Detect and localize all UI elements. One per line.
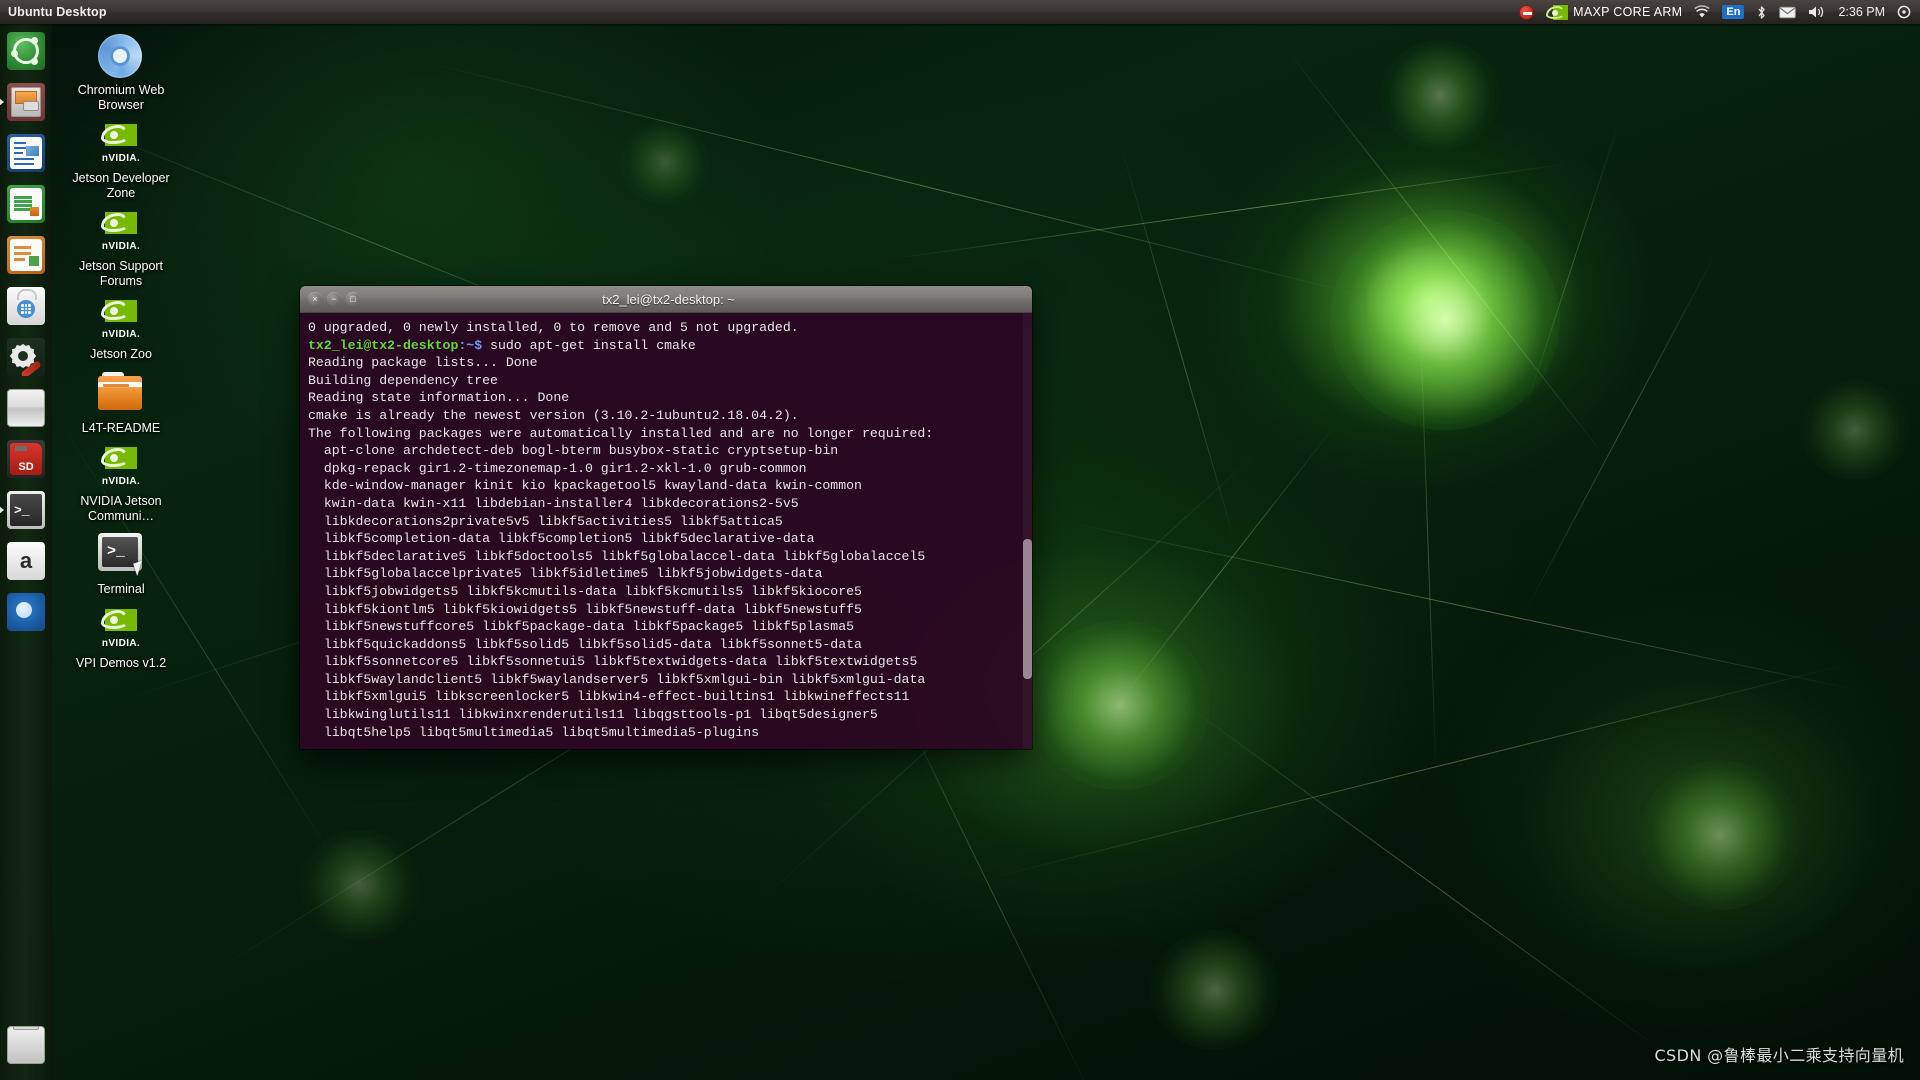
terminal-title: tx2_lei@tx2-desktop: ~ <box>365 292 1032 307</box>
terminal-scrollbar-thumb[interactable] <box>1023 539 1032 679</box>
panel-bluetooth-indicator[interactable] <box>1750 0 1773 24</box>
maximize-button[interactable]: □ <box>346 292 360 306</box>
bluetooth-icon <box>1756 5 1767 20</box>
panel-volume-indicator[interactable] <box>1802 0 1832 24</box>
desktop-icon-label: Jetson Zoo <box>90 347 152 362</box>
desktop-icon-label: L4T-README <box>82 421 161 436</box>
desktop-icon-label: VPI Demos v1.2 <box>76 656 166 671</box>
close-button[interactable]: × <box>308 292 322 306</box>
power-mode-label: MAXP CORE ARM <box>1573 5 1682 19</box>
nvidia-icon: nVIDIA. <box>98 607 144 653</box>
panel-keyboard-indicator[interactable]: En <box>1716 0 1750 24</box>
keyboard-layout-label: En <box>1722 5 1744 19</box>
desktop-icon-jetson-support-forums[interactable]: nVIDIA. Jetson Support Forums <box>62 206 180 288</box>
firefox-icon <box>7 593 45 631</box>
desktop-icon-label: NVIDIA Jetson Communi… <box>63 494 179 523</box>
desktop-icon-label: Chromium Web Browser <box>63 83 179 112</box>
terminal-window[interactable]: × − □ tx2_lei@tx2-desktop: ~ 0 upgraded,… <box>300 286 1032 749</box>
sd-card-icon: SD <box>7 440 45 478</box>
panel-app-title[interactable]: Ubuntu Desktop <box>0 5 107 19</box>
launcher-item-terminal[interactable]: >_ <box>5 489 47 531</box>
no-entry-icon <box>1519 5 1534 20</box>
top-panel: Ubuntu Desktop MAXP CORE ARM En <box>0 0 1920 24</box>
wifi-icon <box>1694 5 1710 19</box>
nvidia-eye-icon <box>1546 5 1568 20</box>
desktop-icon-label: Jetson Developer Zone <box>63 171 179 200</box>
launcher-item-firefox[interactable] <box>5 591 47 633</box>
launcher-item-files[interactable] <box>5 81 47 123</box>
terminal-output-lines: Reading package lists... Done Building d… <box>308 355 933 739</box>
panel-nvidia-power-indicator[interactable]: MAXP CORE ARM <box>1540 0 1688 24</box>
terminal-line: 0 upgraded, 0 newly installed, 0 to remo… <box>308 320 799 335</box>
nvidia-icon: nVIDIA. <box>98 445 144 491</box>
desktop-icon-nvidia-jetson-community[interactable]: nVIDIA. NVIDIA Jetson Communi… <box>62 441 180 523</box>
terminal-titlebar[interactable]: × − □ tx2_lei@tx2-desktop: ~ <box>300 286 1032 313</box>
panel-session-menu[interactable] <box>1891 0 1920 24</box>
launcher-item-software-center[interactable] <box>5 285 47 327</box>
launcher-item-ubuntu-dash[interactable] <box>5 30 47 72</box>
folder-icon <box>98 372 144 418</box>
desktop-icon-l4t-readme[interactable]: L4T-README <box>62 368 180 436</box>
document-icon <box>7 134 45 172</box>
hard-drive-icon <box>7 389 45 427</box>
launcher-item-trash[interactable] <box>5 1024 47 1066</box>
terminal-prompt-user: tx2_lei@tx2-desktop <box>308 338 458 353</box>
panel-clock[interactable]: 2:36 PM <box>1832 0 1891 24</box>
desktop-icon-vpi-demos[interactable]: nVIDIA. VPI Demos v1.2 <box>62 603 180 671</box>
presentation-icon <box>7 236 45 274</box>
terminal-scrollbar[interactable] <box>1023 313 1032 749</box>
panel-mail-indicator[interactable] <box>1773 0 1802 24</box>
launcher-item-libreoffice-writer[interactable] <box>5 132 47 174</box>
launcher-item-sd-card[interactable]: SD <box>5 438 47 480</box>
desktop-icon-label: Jetson Support Forums <box>63 259 179 288</box>
spreadsheet-icon <box>7 185 45 223</box>
panel-no-entry-indicator[interactable] <box>1513 0 1540 24</box>
nvidia-icon: nVIDIA. <box>98 298 144 344</box>
desktop-icon-chromium-web-browser[interactable]: Chromium Web Browser <box>62 30 180 112</box>
panel-wifi-indicator[interactable] <box>1688 0 1716 24</box>
desktop-icon-jetson-developer-zone[interactable]: nVIDIA. Jetson Developer Zone <box>62 118 180 200</box>
desktop-icon-jetson-zoo[interactable]: nVIDIA. Jetson Zoo <box>62 294 180 362</box>
file-cabinet-icon <box>7 83 45 121</box>
volume-icon <box>1808 5 1826 19</box>
session-menu-icon <box>1897 5 1911 19</box>
clock-label: 2:36 PM <box>1838 5 1885 19</box>
launcher-item-libreoffice-impress[interactable] <box>5 234 47 276</box>
desktop-icon-label: Terminal <box>97 582 144 597</box>
mail-icon <box>1779 6 1796 19</box>
trash-icon <box>7 1026 45 1064</box>
minimize-button[interactable]: − <box>327 292 341 306</box>
launcher-item-libreoffice-calc[interactable] <box>5 183 47 225</box>
watermark: CSDN @鲁棒最小二乘支持向量机 <box>1654 1042 1904 1066</box>
unity-launcher: SD >_ a <box>0 24 52 1080</box>
gear-wrench-icon <box>7 338 45 376</box>
terminal-output[interactable]: 0 upgraded, 0 newly installed, 0 to remo… <box>300 313 1032 749</box>
amazon-icon: a <box>7 542 45 580</box>
terminal-icon: >_ <box>7 491 45 529</box>
shopping-bag-icon <box>7 287 45 325</box>
terminal-icon: >_ <box>98 533 144 579</box>
launcher-item-amazon[interactable]: a <box>5 540 47 582</box>
terminal-command: sudo apt-get install cmake <box>490 338 696 353</box>
desktop-icon-terminal[interactable]: >_ Terminal <box>62 529 180 597</box>
chromium-icon <box>98 34 144 80</box>
desktop-icon-grid: Chromium Web Browser nVIDIA. Jetson Deve… <box>62 30 182 676</box>
nvidia-icon: nVIDIA. <box>98 122 144 168</box>
launcher-item-system-settings[interactable] <box>5 336 47 378</box>
nvidia-icon: nVIDIA. <box>98 210 144 256</box>
ubuntu-logo-icon <box>7 32 45 70</box>
terminal-prompt-path: :~$ <box>458 338 490 353</box>
launcher-item-disk-drive[interactable] <box>5 387 47 429</box>
